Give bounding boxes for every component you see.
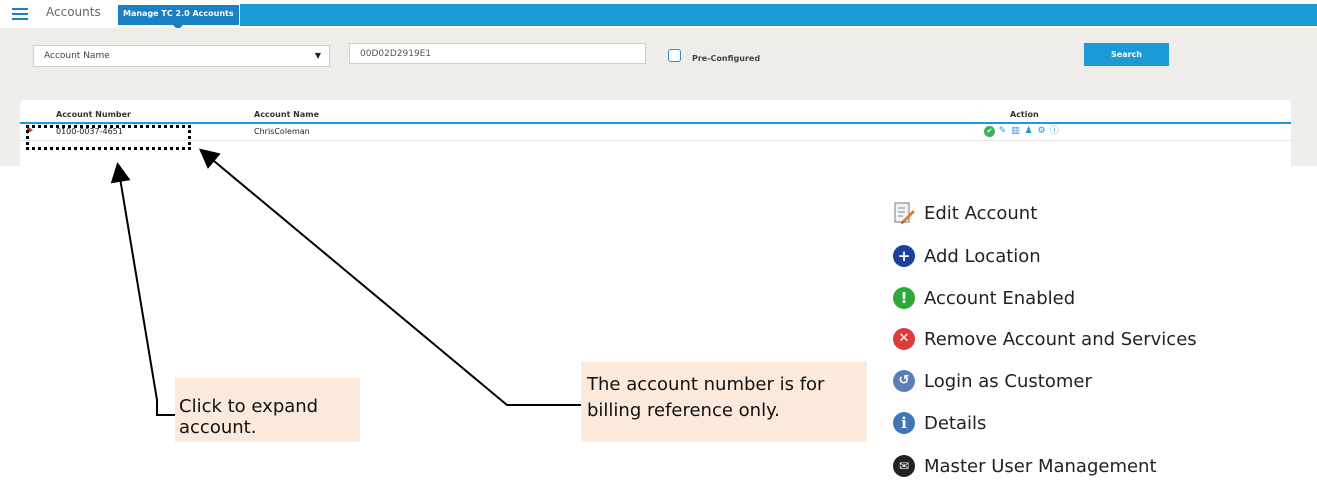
legend-label: Remove Account and Services bbox=[924, 328, 1197, 350]
callout-billing: The account number is for billing refere… bbox=[581, 362, 867, 442]
legend-master-user: ✉ Master User Management bbox=[892, 452, 1157, 480]
arrow-to-account-number bbox=[198, 148, 581, 406]
info-circle-icon: i bbox=[892, 411, 916, 435]
arrow-to-expand bbox=[110, 162, 175, 416]
callout-billing-line1: The account number is for bbox=[587, 374, 825, 395]
callout-expand-text: Click to expand account. bbox=[179, 396, 319, 438]
legend-remove-account: ✕ Remove Account and Services bbox=[892, 325, 1197, 353]
login-circle-icon: ↺ bbox=[892, 369, 916, 393]
legend-account-enabled: ! Account Enabled bbox=[892, 284, 1075, 312]
exclamation-circle-icon: ! bbox=[892, 286, 916, 310]
plus-circle-icon: + bbox=[892, 244, 916, 268]
legend-login-customer: ↺ Login as Customer bbox=[892, 367, 1092, 395]
edit-account-icon bbox=[892, 201, 916, 225]
legend-label: Add Location bbox=[924, 245, 1041, 267]
legend-label: Edit Account bbox=[924, 202, 1038, 224]
x-circle-icon: ✕ bbox=[892, 327, 916, 351]
legend-label: Details bbox=[924, 412, 987, 434]
envelope-circle-icon: ✉ bbox=[892, 454, 916, 478]
legend-label: Account Enabled bbox=[924, 287, 1076, 309]
legend-details: i Details bbox=[892, 409, 986, 437]
legend-label: Master User Management bbox=[924, 455, 1157, 477]
legend-edit-account: Edit Account bbox=[892, 199, 1037, 227]
callout-billing-line2: billing reference only. bbox=[587, 400, 780, 421]
legend-add-location: + Add Location bbox=[892, 242, 1041, 270]
callout-expand: Click to expand account. bbox=[175, 378, 360, 442]
legend-label: Login as Customer bbox=[924, 370, 1092, 392]
